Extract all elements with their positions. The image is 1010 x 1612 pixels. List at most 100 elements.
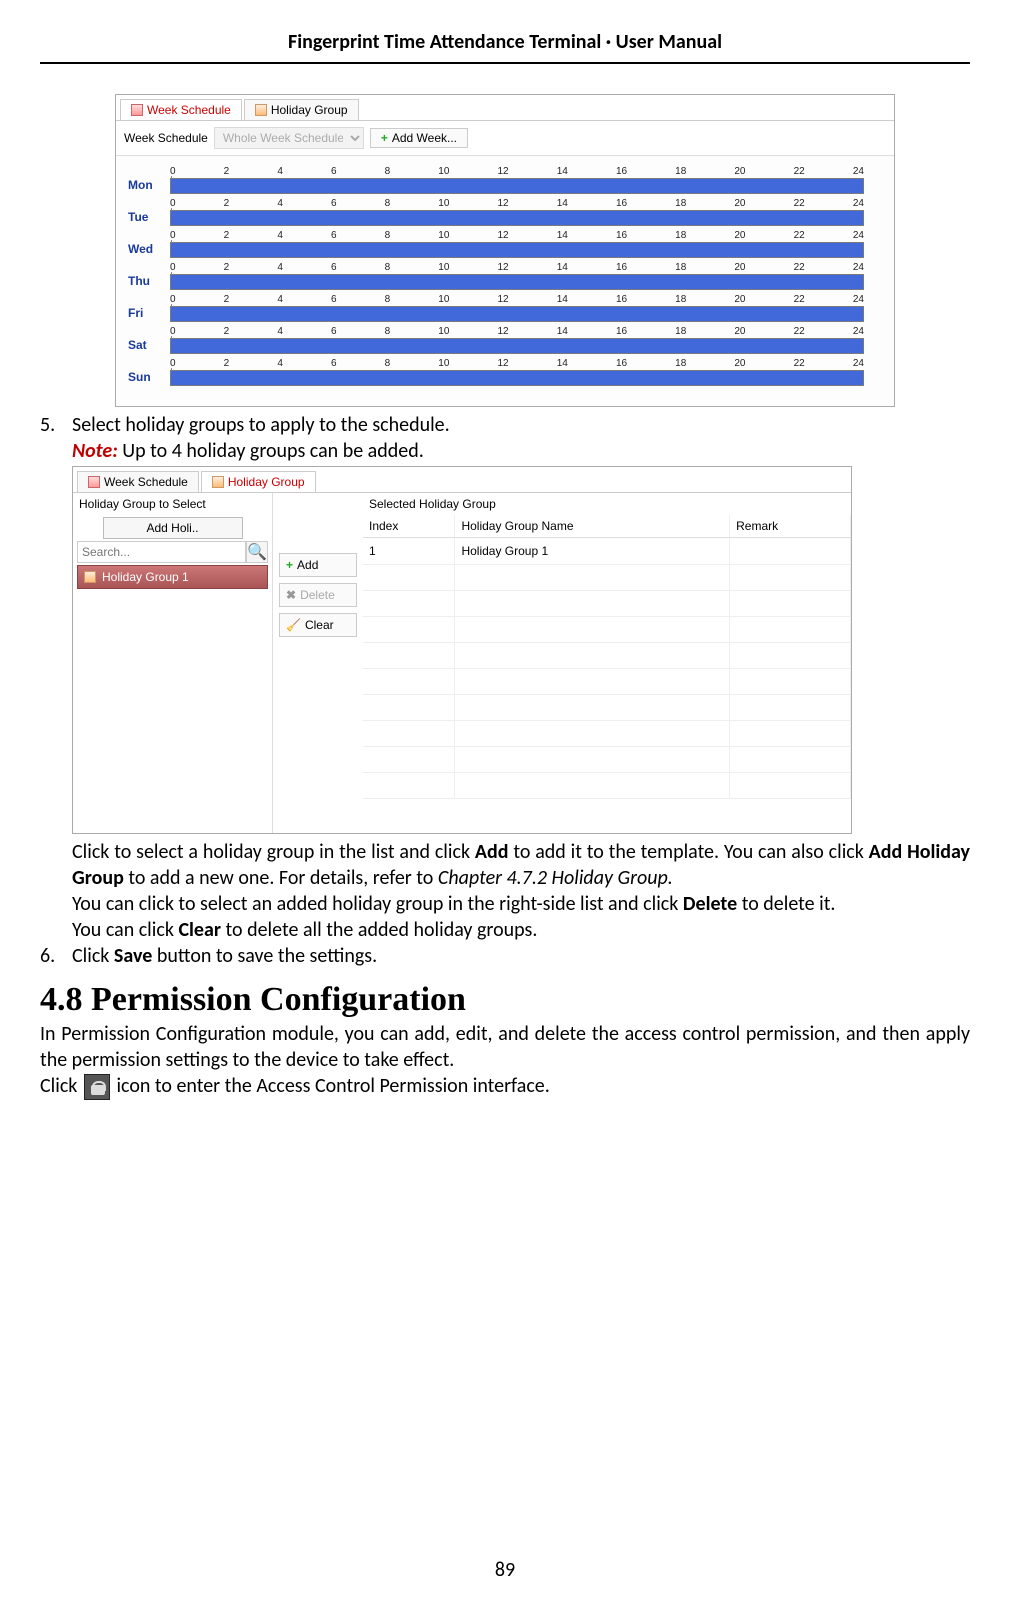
tab-week-schedule[interactable]: Week Schedule [77,471,199,492]
day-row: Thu024681012141618202224 [128,262,864,290]
delete-button[interactable]: ✖ Delete [279,583,357,607]
day-timeline[interactable]: 024681012141618202224 [170,294,864,322]
col-index: Index [363,515,455,538]
table-row [363,669,851,695]
day-label: Mon [128,178,170,194]
day-row: Wed024681012141618202224 [128,230,864,258]
button-label: Add Week... [392,131,457,145]
calendar-holiday-icon [255,104,267,116]
note-text: Up to 4 holiday groups can be added. [118,439,424,463]
time-bar[interactable] [170,338,864,354]
time-bar[interactable] [170,274,864,290]
time-bar[interactable] [170,306,864,322]
search-input[interactable] [77,541,246,563]
day-label: Wed [128,242,170,258]
table-row [363,773,851,799]
permission-lock-icon [84,1074,110,1100]
tab-holiday-group[interactable]: Holiday Group [201,471,316,492]
note-label: Note: [72,439,118,463]
tab-label: Holiday Group [271,103,348,117]
table-row [363,747,851,773]
add-button[interactable]: + Add [279,553,357,577]
day-label: Fri [128,306,170,322]
page-number: 89 [0,1558,1010,1582]
day-timeline[interactable]: 024681012141618202224 [170,262,864,290]
clear-button[interactable]: 🧹 Clear [279,613,357,637]
step-6: 6. Click Save button to save the setting… [40,943,970,969]
ss1-tabs: Week Schedule Holiday Group [116,95,894,121]
day-row: Fri024681012141618202224 [128,294,864,322]
button-label: Add [297,558,318,572]
tab-week-schedule[interactable]: Week Schedule [120,99,242,120]
x-icon: ✖ [286,588,296,602]
add-week-button[interactable]: + Add Week... [370,128,468,148]
plus-icon: + [381,131,388,145]
day-label: Tue [128,210,170,226]
day-row: Sun024681012141618202224 [128,358,864,386]
holiday-select-panel: Holiday Group to Select Add Holi.. 🔍 Hol… [73,493,273,833]
schedule-grid: Mon024681012141618202224Tue0246810121416… [116,156,894,406]
button-label: Delete [300,588,335,602]
table-row [363,565,851,591]
day-row: Mon024681012141618202224 [128,166,864,194]
step-number: 5. [40,412,72,464]
table-row [363,695,851,721]
day-label: Thu [128,274,170,290]
time-bar[interactable] [170,210,864,226]
instruction-clear: You can click Clear to delete all the ad… [72,917,970,943]
plus-icon: + [286,558,293,572]
table-row [363,721,851,747]
item-label: Holiday Group 1 [102,570,189,584]
time-bar[interactable] [170,370,864,386]
instruction-add: Click to select a holiday group in the l… [72,839,970,891]
instruction-delete: You can click to select an added holiday… [72,891,970,917]
day-row: Tue024681012141618202224 [128,198,864,226]
day-label: Sat [128,338,170,354]
cell-remark [730,538,851,565]
calendar-week-icon [88,476,100,488]
cell-index: 1 [363,538,455,565]
panel-title: Holiday Group to Select [73,493,272,515]
broom-icon: 🧹 [286,618,301,632]
holiday-group-item[interactable]: Holiday Group 1 [77,565,268,589]
day-timeline[interactable]: 024681012141618202224 [170,166,864,194]
tab-holiday-group[interactable]: Holiday Group [244,99,359,120]
ss1-toolbar: Week Schedule Whole Week Schedule + Add … [116,121,894,156]
table-row [363,617,851,643]
step-number: 6. [40,943,72,969]
page-header: Fingerprint Time Attendance Terminal · U… [40,30,970,64]
step-5: 5. Select holiday groups to apply to the… [40,412,970,464]
section-heading: 4.8 Permission Configuration [40,981,970,1019]
day-timeline[interactable]: 024681012141618202224 [170,198,864,226]
calendar-holiday-icon [212,476,224,488]
section-intro: In Permission Configuration module, you … [40,1021,970,1073]
col-remark: Remark [730,515,851,538]
screenshot-week-schedule: Week Schedule Holiday Group Week Schedul… [115,94,895,407]
day-label: Sun [128,370,170,386]
selected-holiday-panel: Selected Holiday Group Index Holiday Gro… [363,493,851,833]
cell-name: Holiday Group 1 [455,538,730,565]
week-schedule-select[interactable]: Whole Week Schedule [214,127,364,149]
time-bar[interactable] [170,178,864,194]
day-row: Sat024681012141618202224 [128,326,864,354]
action-buttons: + Add ✖ Delete 🧹 Clear [273,493,363,833]
tab-label: Week Schedule [104,475,188,489]
day-timeline[interactable]: 024681012141618202224 [170,358,864,386]
tab-label: Holiday Group [228,475,305,489]
calendar-holiday-icon [84,571,96,583]
day-timeline[interactable]: 024681012141618202224 [170,230,864,258]
col-name: Holiday Group Name [455,515,730,538]
search-button[interactable]: 🔍 [246,541,268,563]
button-label: Clear [305,618,334,632]
table-row [363,643,851,669]
section-click-icon: Click icon to enter the Access Control P… [40,1073,970,1100]
day-timeline[interactable]: 024681012141618202224 [170,326,864,354]
calendar-week-icon [131,104,143,116]
step-text: Select holiday groups to apply to the sc… [72,413,450,437]
toolbar-label: Week Schedule [124,131,208,145]
table-row[interactable]: 1Holiday Group 1 [363,538,851,565]
tab-label: Week Schedule [147,103,231,117]
add-holiday-button[interactable]: Add Holi.. [103,517,243,539]
screenshot-holiday-group: Week Schedule Holiday Group Holiday Grou… [72,466,852,834]
time-bar[interactable] [170,242,864,258]
